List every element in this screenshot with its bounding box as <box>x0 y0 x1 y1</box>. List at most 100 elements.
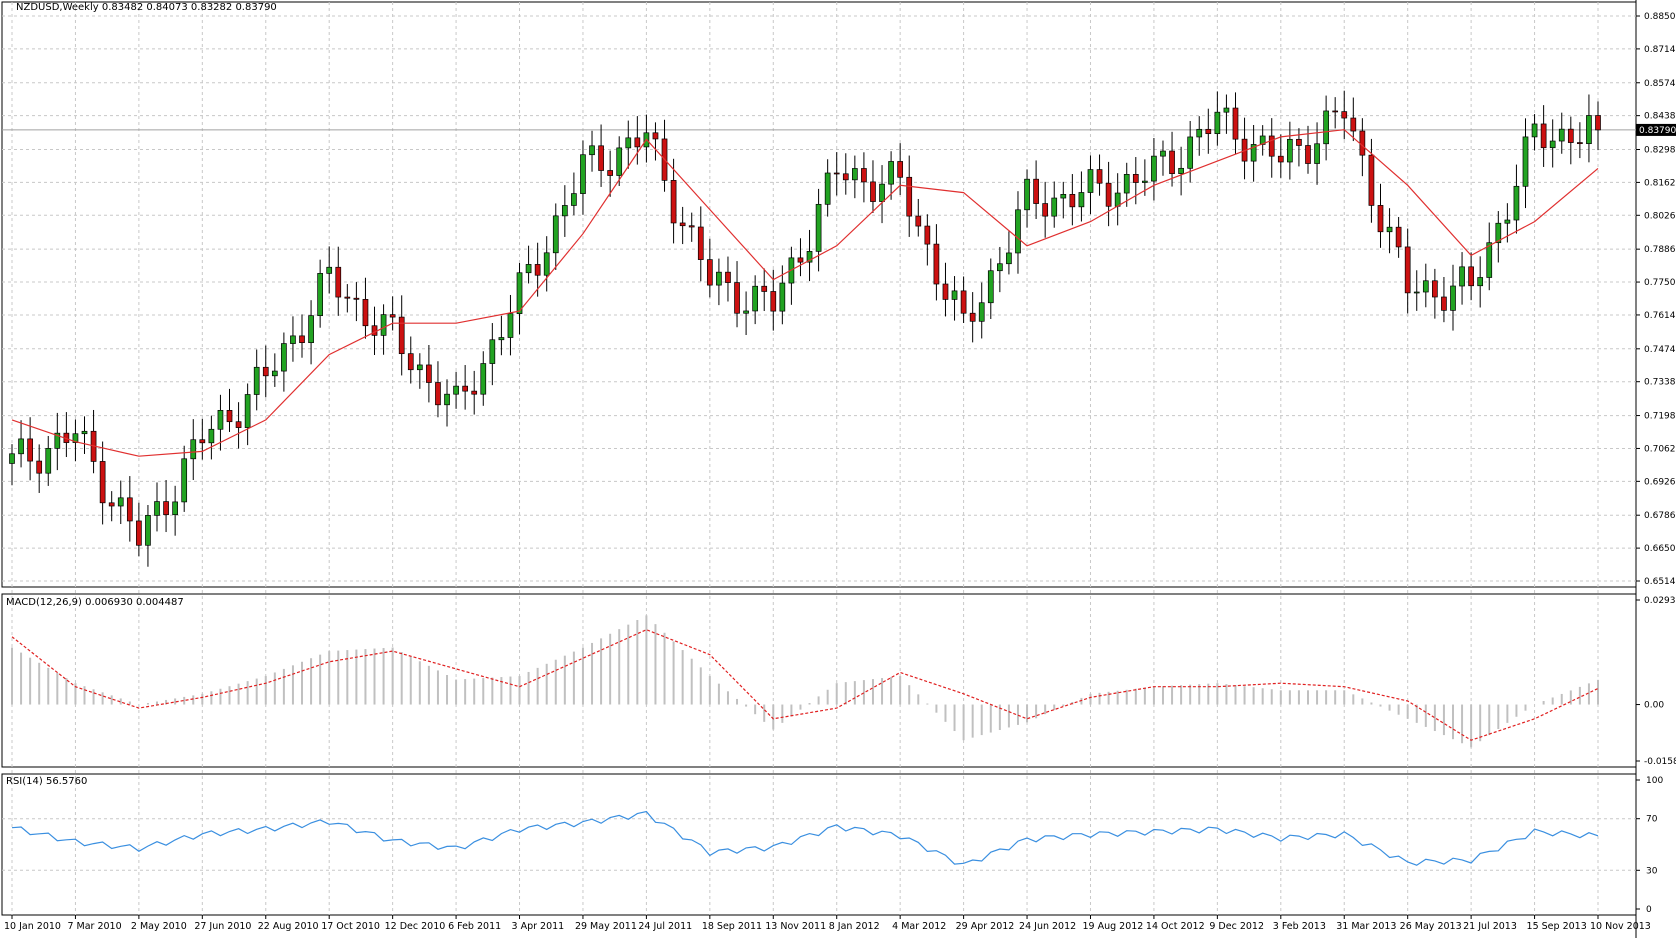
candle-bull <box>1196 128 1203 138</box>
candle-bull <box>1051 197 1058 217</box>
rsi-tick-label: 30 <box>1646 866 1658 876</box>
price-panel-header: NZDUSD,Weekly 0.83482 0.84073 0.83282 0.… <box>16 2 277 13</box>
candle-bear <box>942 283 949 300</box>
price-panel-frame <box>1 1 1637 588</box>
candle-bear <box>1577 142 1583 145</box>
candle-bear <box>353 297 360 300</box>
candle-bear <box>1395 226 1402 248</box>
candle-bull <box>18 438 24 455</box>
candle-bull <box>561 205 568 217</box>
rsi-line <box>11 810 1599 866</box>
candle-bear <box>1105 182 1112 207</box>
price-tick-label: 0.77500 <box>1644 278 1676 288</box>
candle-bear <box>435 382 441 406</box>
candle-bear <box>734 282 740 314</box>
time-tick-label: 7 Mar 2010 <box>67 921 121 932</box>
time-tick-label: 31 Mar 2013 <box>1336 921 1396 932</box>
candle-bear <box>136 520 142 546</box>
candle-bear <box>371 325 378 336</box>
candle-bull <box>1151 155 1157 182</box>
candle-bear <box>471 390 478 395</box>
candle-bear <box>163 501 169 516</box>
candle-bull <box>589 145 595 156</box>
candle-bear <box>761 285 768 292</box>
candle-bear <box>27 438 33 462</box>
candle-bull <box>552 215 559 254</box>
time-tick-label: 22 Aug 2010 <box>258 921 319 932</box>
candle-bear <box>670 180 677 224</box>
candle-bull <box>851 168 858 181</box>
time-tick-label: 3 Apr 2011 <box>512 921 565 932</box>
chart-window: 0.88500 0.87140 0.85740 0.84380 0.82980 0.816… <box>0 0 1676 938</box>
macd-tick-label: 0.00 <box>1644 701 1664 711</box>
candle-bull <box>253 366 260 395</box>
candle-bull <box>444 393 450 406</box>
candle-bear <box>1540 123 1547 149</box>
candle-bear <box>398 316 405 355</box>
rsi-tick-label: 70 <box>1646 815 1658 825</box>
candle-bull <box>1422 280 1429 293</box>
chart-svg[interactable]: 0.88500 0.87140 0.85740 0.84380 0.82980 0.816… <box>0 0 1676 938</box>
candle-bull <box>1513 185 1520 221</box>
candle-bull <box>1287 138 1293 163</box>
candle-bull <box>1486 242 1493 278</box>
time-tick-label: 9 Dec 2012 <box>1209 921 1264 932</box>
rsi-panel-header: RSI(14) 56.5760 <box>6 776 87 787</box>
candle-bear <box>1368 154 1375 206</box>
candle-bear <box>1359 130 1366 156</box>
price-tick-label: 0.70620 <box>1644 444 1676 454</box>
candle-bull <box>1549 140 1556 149</box>
macd-tick-label: -0.01584 <box>1644 757 1676 767</box>
candle-bear <box>299 335 305 344</box>
candle-bull <box>716 271 722 286</box>
candle-bull <box>1160 150 1166 157</box>
candle-bear <box>534 264 541 276</box>
macd-panel-frame <box>1 593 1637 768</box>
candle-bull <box>987 270 994 304</box>
candle-bear <box>1169 150 1175 174</box>
price-tick-label: 0.84380 <box>1644 112 1676 122</box>
current-price-label: 0.83790 <box>1639 126 1676 136</box>
time-tick-label: 10 Nov 2013 <box>1590 921 1651 932</box>
candle-bull <box>208 428 215 444</box>
candle-bull <box>1087 169 1094 193</box>
price-tick-label: 0.85740 <box>1644 79 1676 89</box>
candle-bull <box>1060 194 1067 199</box>
price-tick-label: 0.74740 <box>1644 345 1676 355</box>
candle-bear <box>915 215 922 227</box>
candle-bear <box>770 291 777 312</box>
candle-bear <box>598 145 604 171</box>
candle-bear <box>960 290 967 314</box>
time-tick-label: 6 Feb 2011 <box>448 921 501 932</box>
candle-bull <box>1114 192 1121 207</box>
price-tick-label: 0.80260 <box>1644 211 1676 221</box>
candle-bear <box>1595 115 1601 131</box>
candle-bear <box>833 172 840 175</box>
rsi-panel-frame <box>1 773 1637 916</box>
candle-bull <box>416 364 423 371</box>
candle-bull <box>1558 128 1565 142</box>
candle-bear <box>706 259 713 286</box>
candle-bear <box>1296 138 1302 146</box>
price-tick-label: 0.88500 <box>1644 12 1676 22</box>
candle-bear <box>1350 117 1357 132</box>
candle-bear <box>861 168 867 183</box>
candle-bear <box>99 461 106 504</box>
macd-layer <box>11 615 1599 748</box>
time-tick-label: 2 May 2010 <box>131 921 187 932</box>
candle-bull <box>507 313 514 338</box>
candle-bull <box>616 147 623 176</box>
candle-bull <box>978 302 985 322</box>
candle-bear <box>897 161 904 178</box>
candle-bull <box>752 285 759 312</box>
candle-bear <box>1268 135 1275 157</box>
candle-bull <box>824 172 831 205</box>
candle-bull <box>145 515 151 546</box>
time-tick-label: 18 Sep 2011 <box>702 921 762 932</box>
grid-layer <box>2 2 1636 915</box>
candle-bear <box>933 243 940 285</box>
candle-bear <box>969 312 976 322</box>
candle-bull <box>308 315 314 344</box>
candle-bear <box>1341 111 1348 119</box>
candle-bull <box>244 394 251 428</box>
